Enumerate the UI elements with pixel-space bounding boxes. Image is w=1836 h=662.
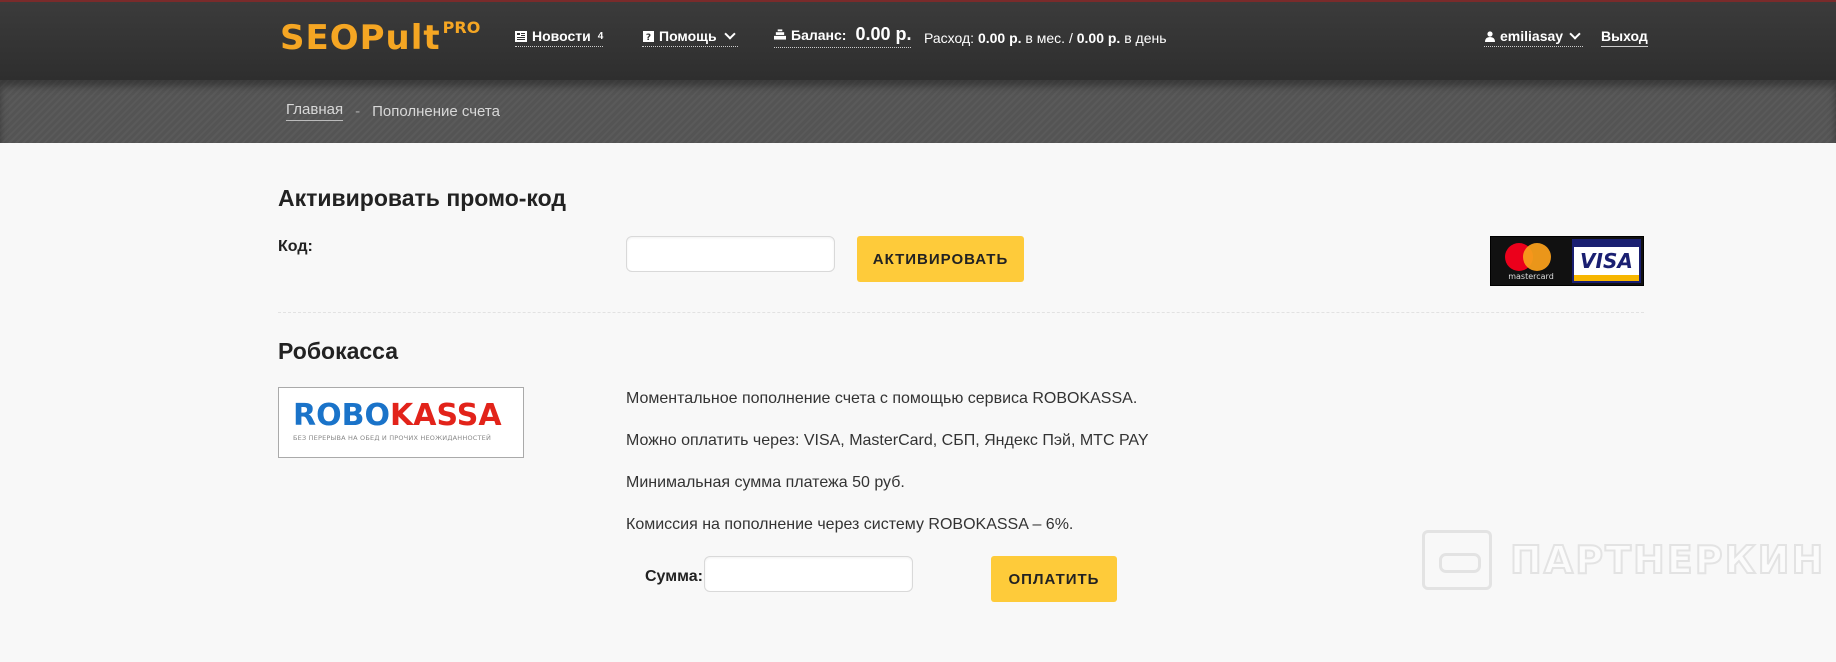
robokassa-logo-part2: KASSA xyxy=(389,398,502,433)
help-label: Помощь xyxy=(659,28,717,44)
seopult-logo[interactable]: SEOPult PRO xyxy=(280,16,480,64)
promo-code-label: Код: xyxy=(278,238,313,255)
robokassa-tagline: БЕЗ ПЕРЕРЫВА НА ОБЕД И ПРОЧИХ НЕОЖИДАННО… xyxy=(293,434,492,442)
top-navbar: SEOPult PRO Новости 4 ? Помощь Баланс: 0… xyxy=(0,0,1836,80)
balance-link[interactable]: Баланс: 0.00 р. xyxy=(774,24,912,48)
logo-pro-badge: PRO xyxy=(442,18,481,37)
spend-month-value: 0.00 р. xyxy=(977,30,1022,46)
news-icon xyxy=(515,30,527,42)
logout-link[interactable]: Выход xyxy=(1601,28,1648,47)
watermark-text: ПАРТНЕРКИН xyxy=(1509,537,1826,583)
robokassa-logo-part1: ROBO xyxy=(293,398,390,433)
robokassa-info-line-1: Моментальное пополнение счета с помощью … xyxy=(626,390,1138,407)
robokassa-section-title: Робокасса xyxy=(278,338,399,364)
mastercard-logo: mastercard xyxy=(1493,239,1568,283)
help-icon: ? xyxy=(642,30,654,42)
robokassa-info-line-4: Комиссия на пополнение через систему ROB… xyxy=(626,516,1074,533)
visa-text: VISA xyxy=(1580,249,1633,273)
robokassa-info-line-2: Можно оплатить через: VISA, MasterCard, … xyxy=(626,432,1149,449)
breadcrumb-current: Пополнение счета xyxy=(372,102,500,120)
breadcrumb-bar: Главная - Пополнение счета xyxy=(0,80,1836,143)
amount-label: Сумма: xyxy=(645,568,703,585)
breadcrumb: Главная - Пополнение счета xyxy=(286,101,500,121)
pay-button[interactable]: ОПЛАТИТЬ xyxy=(991,556,1117,602)
news-menu[interactable]: Новости 4 xyxy=(515,28,604,47)
news-label: Новости xyxy=(532,28,591,44)
spend-day-value: 0.00 р. xyxy=(1076,30,1121,46)
robokassa-info-line-3: Минимальная сумма платежа 50 руб. xyxy=(626,474,905,491)
promo-section-title: Активировать промо-код xyxy=(278,185,566,211)
logo-text: SEOPult xyxy=(280,18,441,58)
spend-info: Расход: 0.00 р. в мес. / 0.00 р. в день xyxy=(924,30,1167,46)
promo-code-input[interactable] xyxy=(626,236,835,272)
user-menu[interactable]: emiliasay xyxy=(1484,28,1584,47)
chevron-down-icon xyxy=(1569,28,1581,40)
payment-cards-logo: mastercard VISA xyxy=(1490,236,1644,286)
activate-button[interactable]: АКТИВИРОВАТЬ xyxy=(857,236,1024,282)
balance-value: 0.00 р. xyxy=(855,24,912,44)
svg-text:?: ? xyxy=(645,33,650,42)
chevron-down-icon xyxy=(723,28,736,40)
user-icon xyxy=(1484,30,1496,42)
spend-month-suffix: в мес. / xyxy=(1025,30,1073,46)
robokassa-logo: ROBOKASSA БЕЗ ПЕРЕРЫВА НА ОБЕД И ПРОЧИХ … xyxy=(278,387,524,458)
help-menu[interactable]: ? Помощь xyxy=(642,28,738,47)
username: emiliasay xyxy=(1500,28,1564,44)
partnerkin-watermark: ПАРТНЕРКИН xyxy=(1422,530,1825,590)
breadcrumb-separator: - xyxy=(355,102,361,120)
news-count-badge: 4 xyxy=(597,30,604,42)
balance-label: Баланс: xyxy=(791,26,847,43)
partnerkin-logo-icon xyxy=(1422,530,1492,590)
breadcrumb-home-link[interactable]: Главная xyxy=(286,101,344,121)
mastercard-text: mastercard xyxy=(1508,272,1554,281)
spend-day-suffix: в день xyxy=(1124,30,1167,46)
visa-logo: VISA xyxy=(1571,239,1641,283)
amount-input[interactable] xyxy=(704,556,913,592)
money-icon xyxy=(774,29,786,41)
spend-label: Расход: xyxy=(924,30,975,46)
section-divider xyxy=(278,312,1644,313)
